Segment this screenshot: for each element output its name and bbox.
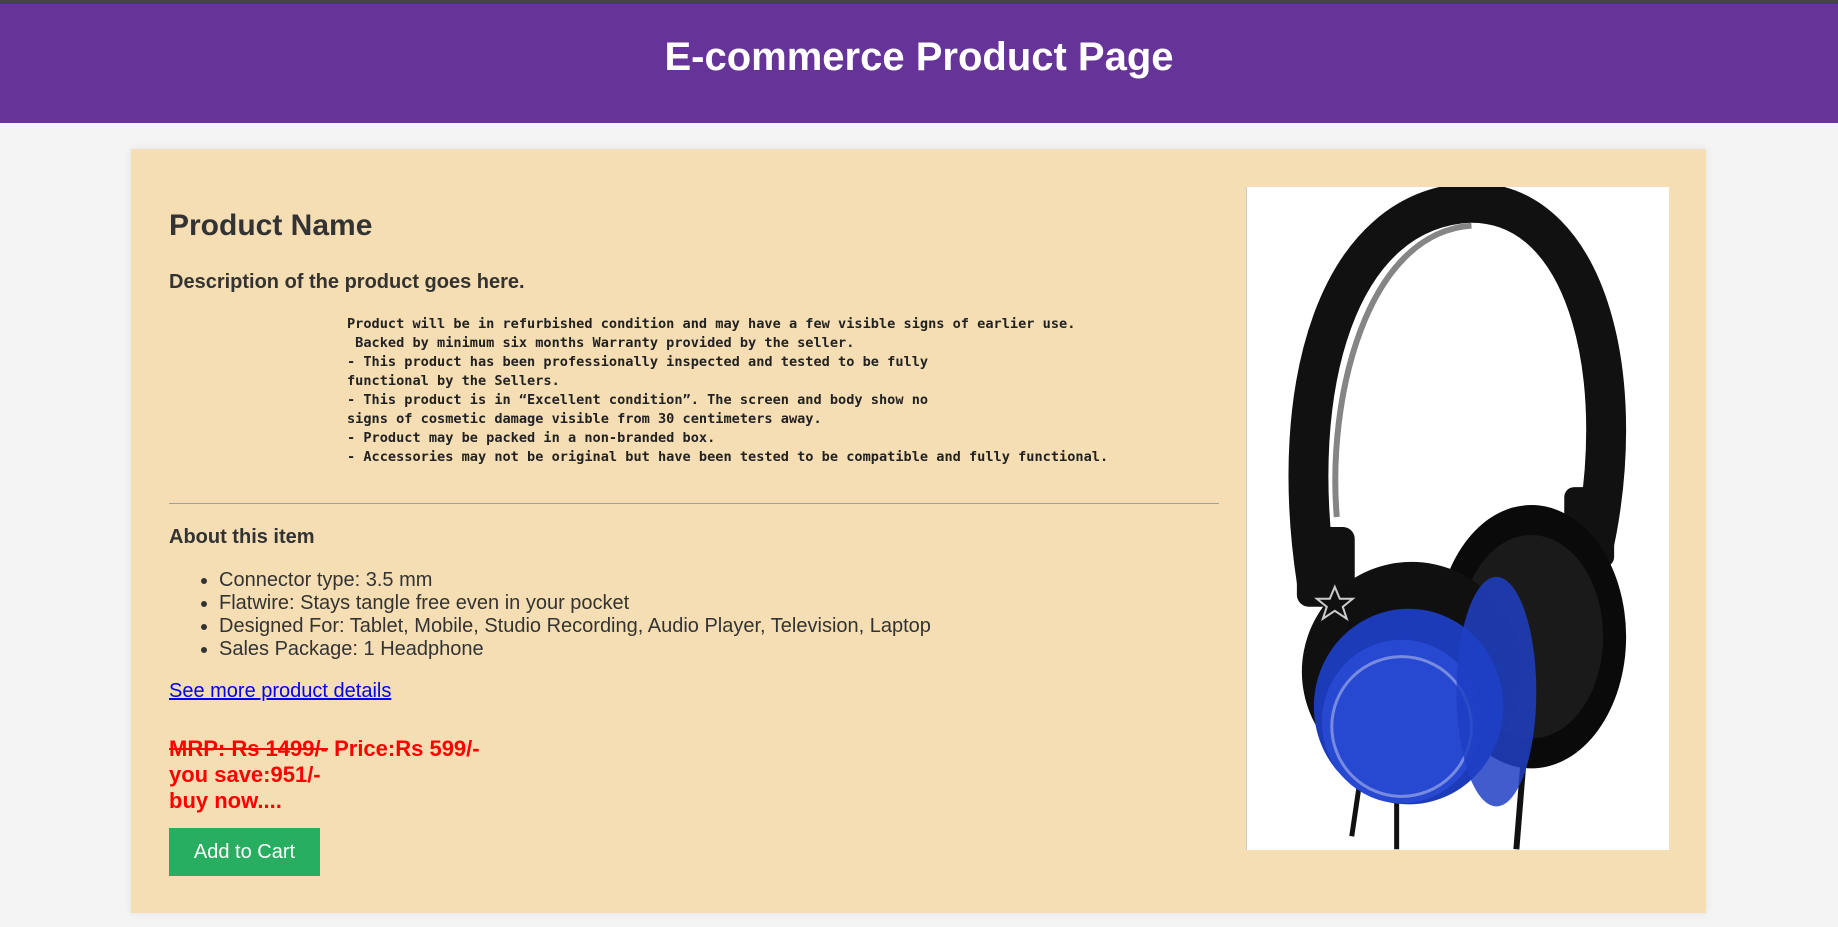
product-name: Product Name [169, 209, 373, 242]
buy-now-text: buy now.... [169, 788, 282, 813]
product-image [1246, 182, 1669, 850]
list-item: Sales Package: 1 Headphone [219, 638, 931, 661]
mrp-price: MRP: Rs 1499/- [169, 736, 328, 761]
section-divider [169, 503, 1219, 504]
list-item: Flatwire: Stays tangle free even in your… [219, 592, 931, 615]
about-heading: About this item [169, 526, 315, 548]
product-card: Product Name Description of the product … [131, 149, 1706, 913]
description-heading: Description of the product goes here. [169, 271, 525, 293]
headphones-image [1288, 182, 1627, 850]
page-header: E-commerce Product Page [0, 4, 1838, 123]
page-title: E-commerce Product Page [664, 35, 1174, 79]
feature-list: Connector type: 3.5 mm Flatwire: Stays t… [219, 569, 931, 661]
price-block: MRP: Rs 1499/- Price:Rs 599/- you save:9… [169, 736, 480, 814]
sale-price: Price:Rs 599/- [334, 736, 480, 761]
savings-text: you save:951/- [169, 762, 321, 787]
list-item: Designed For: Tablet, Mobile, Studio Rec… [219, 615, 931, 638]
price-row: MRP: Rs 1499/- Price:Rs 599/- [169, 736, 480, 762]
list-item: Connector type: 3.5 mm [219, 569, 931, 592]
description-text: Product will be in refurbished condition… [347, 316, 1109, 465]
see-more-link[interactable]: See more product details [169, 680, 391, 703]
add-to-cart-button[interactable]: Add to Cart [169, 828, 320, 876]
